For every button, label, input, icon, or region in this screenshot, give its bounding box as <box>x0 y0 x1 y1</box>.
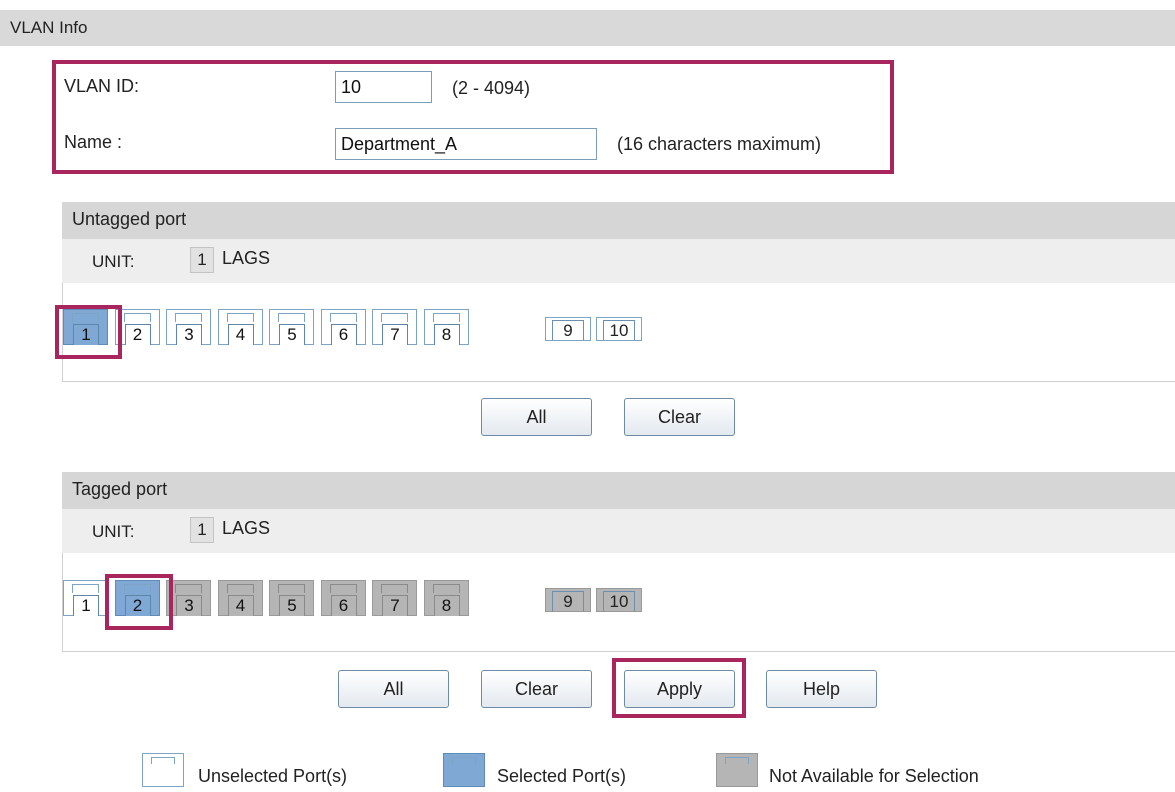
port-connector-icon <box>381 584 408 593</box>
untagged-unit-button[interactable]: 1 <box>190 247 214 273</box>
tagged-port-1[interactable]: 1 <box>63 580 108 616</box>
port-number: 10 <box>603 320 635 340</box>
port-number: 2 <box>124 324 151 345</box>
port-number: 7 <box>382 324 408 345</box>
port-number: 6 <box>330 324 357 345</box>
tagged-clear-button[interactable]: Clear <box>481 670 592 708</box>
tagged-unit-label: UNIT: <box>92 522 135 541</box>
port-number: 5 <box>279 595 305 616</box>
untagged-sfp-port-10[interactable]: 10 <box>596 317 642 341</box>
tagged-port-4[interactable]: 4 <box>217 580 263 616</box>
untagged-port-6[interactable]: 6 <box>320 309 366 345</box>
port-number: 1 <box>73 595 99 616</box>
section-header: VLAN Info <box>0 10 1175 46</box>
untagged-unit-row: UNIT: 1 LAGS <box>62 239 1175 283</box>
vlan-name-input[interactable] <box>335 128 597 160</box>
untagged-port-3[interactable]: 3 <box>166 309 211 345</box>
port-number: 8 <box>433 324 460 345</box>
port-connector-icon <box>72 584 99 593</box>
vlan-id-hint: (2 - 4094) <box>452 78 531 98</box>
port-number: 5 <box>279 324 305 345</box>
port-number: 7 <box>382 595 408 616</box>
tagged-port-6[interactable]: 6 <box>320 580 366 616</box>
help-button[interactable]: Help <box>766 670 877 708</box>
vlan-id-label: VLAN ID: <box>64 76 140 96</box>
legend-unselected-label: Unselected Port(s) <box>198 766 348 786</box>
untagged-panel-title: Untagged port <box>72 209 187 229</box>
port-number: 4 <box>227 595 254 616</box>
tagged-panel-header: Tagged port <box>62 472 1175 509</box>
port-number: 9 <box>552 591 584 611</box>
port-number: 6 <box>330 595 357 616</box>
port-number: 4 <box>227 324 254 345</box>
untagged-lags-link[interactable]: LAGS <box>222 248 270 269</box>
section-title: VLAN Info <box>10 18 88 37</box>
tagged-port-8[interactable]: 8 <box>423 580 469 616</box>
vlan-id-input[interactable] <box>335 71 432 103</box>
tagged-all-button[interactable]: All <box>338 670 449 708</box>
tagged-panel-title: Tagged port <box>72 479 168 499</box>
tagged-lags-link[interactable]: LAGS <box>222 518 270 539</box>
legend-unselected-port-icon <box>142 753 184 787</box>
port-connector-icon <box>432 584 460 593</box>
port-number: 10 <box>603 591 635 611</box>
untagged-port-7[interactable]: 7 <box>372 309 417 345</box>
port-number: 9 <box>552 320 584 340</box>
port-connector-icon <box>329 584 357 593</box>
vlan-name-hint: (16 characters maximum) <box>617 134 822 154</box>
port-connector-icon <box>226 584 254 593</box>
port-connector-icon <box>278 584 305 593</box>
tagged-unit-row: UNIT: 1 LAGS <box>62 509 1175 553</box>
port-number: 8 <box>433 595 460 616</box>
port-connector-icon <box>329 313 357 322</box>
port-connector-icon <box>175 584 202 593</box>
untagged-clear-button[interactable]: Clear <box>624 398 735 436</box>
untagged-unit-label: UNIT: <box>92 252 135 271</box>
tagged-sfp-port-9[interactable]: 9 <box>545 588 591 612</box>
untagged-all-button[interactable]: All <box>481 398 592 436</box>
untagged-sfp-port-9[interactable]: 9 <box>545 317 591 341</box>
port-connector-icon <box>123 313 151 322</box>
tagged-sfp-port-10[interactable]: 10 <box>596 588 642 612</box>
untagged-port-5[interactable]: 5 <box>269 309 314 345</box>
port-connector-icon <box>226 313 254 322</box>
port-connector-icon <box>175 313 202 322</box>
untagged-port-8[interactable]: 8 <box>423 309 469 345</box>
port-number: 3 <box>176 595 202 616</box>
legend-unavailable-label: Not Available for Selection <box>769 766 979 786</box>
untagged-panel-header: Untagged port <box>62 202 1175 239</box>
tagged-port-5[interactable]: 5 <box>269 580 314 616</box>
tagged-port-2-highlight <box>105 574 173 630</box>
legend-selected-label: Selected Port(s) <box>497 766 627 786</box>
port-connector-icon <box>381 313 408 322</box>
tagged-unit-button[interactable]: 1 <box>190 517 214 543</box>
port-number: 3 <box>176 324 202 345</box>
tagged-port-7[interactable]: 7 <box>372 580 417 616</box>
vlan-name-label: Name : <box>64 132 123 152</box>
legend-unavailable-port-icon <box>716 753 758 787</box>
legend-selected-port-icon <box>443 753 485 787</box>
port-connector-icon <box>278 313 305 322</box>
port-connector-icon <box>432 313 460 322</box>
untagged-port-1-highlight <box>55 305 122 359</box>
apply-button[interactable]: Apply <box>624 670 735 708</box>
untagged-port-4[interactable]: 4 <box>217 309 263 345</box>
